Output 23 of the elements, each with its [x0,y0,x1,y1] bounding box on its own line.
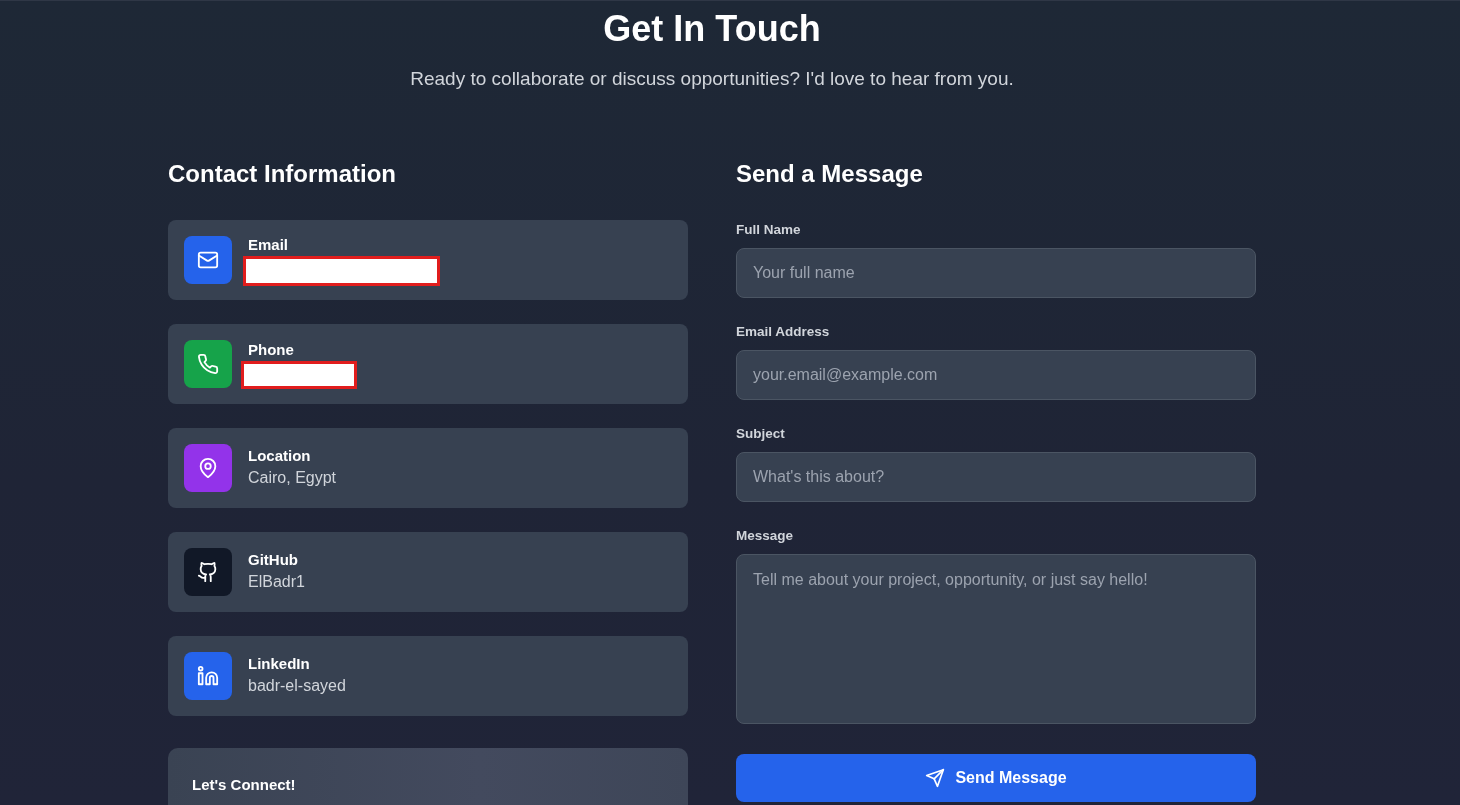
connect-title: Let's Connect! [192,776,296,793]
field-label: Email Address [736,323,831,341]
page-title: Get In Touch [602,7,822,51]
contact-label: LinkedIn [248,654,311,674]
text-field[interactable]: Your full name [736,248,1256,298]
section-heading: Contact Information [168,159,397,189]
text-field[interactable]: What's this about? [736,452,1256,502]
field-label: Message [736,527,795,545]
send-message-button[interactable]: Send Message [736,754,1256,802]
contact-label: GitHub [248,550,299,570]
contact-value: ElBadr1 [248,572,305,592]
field-label: Full Name [736,221,802,239]
paper-plane-icon [925,768,946,788]
field-label: Subject [736,425,786,443]
contact-value: badr-el-sayed [248,676,346,696]
contact-label: Location [248,446,312,466]
contact-value: Cairo, Egypt [248,468,337,488]
message-field[interactable]: Tell me about your project, opportunity, or just say hello! [736,554,1256,724]
section-heading: Send a Message [736,159,924,189]
contact-label: Email [248,234,290,255]
text-field[interactable]: your.email@example.com [736,350,1256,400]
contact-label: Phone [248,339,295,360]
page-subtitle: Ready to collaborate or discuss opportunities? I'd love to hear from you. [409,67,1015,91]
